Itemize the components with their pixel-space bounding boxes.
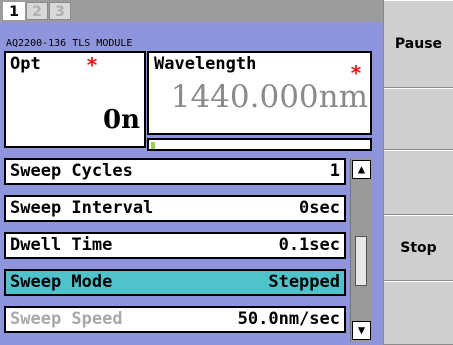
tab-bar: 1 2 3 [0, 0, 383, 22]
list-item-label: Sweep Interval [10, 198, 154, 218]
list-scrollbar[interactable]: ▲ ▼ [350, 158, 372, 342]
list-item-value: 1 [329, 161, 340, 181]
module-title: AQ2200-136 TLS MODULE [6, 38, 133, 49]
softkey-2[interactable] [384, 88, 453, 150]
stop-softkey[interactable]: Stop [384, 215, 453, 281]
pause-softkey[interactable]: Pause [384, 0, 453, 88]
list-item-dwell-time[interactable]: Dwell Time 0.1sec [4, 232, 346, 259]
scrollbar-thumb[interactable] [355, 236, 367, 286]
list-item-label: Sweep Cycles [10, 161, 133, 181]
list-item-sweep-mode[interactable]: Sweep Mode Stepped [4, 269, 346, 296]
wavelength-status-strip [147, 138, 372, 151]
list-item-sweep-speed[interactable]: Sweep Speed 50.0nm/sec [4, 306, 346, 333]
wavelength-label: Wavelength [154, 54, 257, 74]
list-item-value: Stepped [268, 272, 340, 292]
list-item-sweep-interval[interactable]: Sweep Interval 0sec [4, 195, 346, 222]
list-item-label: Sweep Mode [10, 272, 113, 292]
list-item-label: Dwell Time [10, 235, 113, 255]
list-item-label: Sweep Speed [10, 309, 123, 329]
list-item-value: 0sec [299, 198, 340, 218]
main-panel: 1 2 3 AQ2200-136 TLS MODULE Opt * 0n Wav… [0, 0, 383, 345]
tab-2[interactable]: 2 [26, 2, 48, 20]
list-item-value: 50.0nm/sec [237, 309, 340, 329]
softkey-3[interactable] [384, 150, 453, 215]
wavelength-display[interactable]: Wavelength * 1440.000nm [147, 51, 372, 135]
status-indicator [151, 142, 155, 149]
list-item-sweep-cycles[interactable]: Sweep Cycles 1 [4, 158, 346, 185]
softkey-5[interactable] [384, 281, 453, 345]
wavelength-value: 1440.000nm [170, 79, 368, 115]
triangle-down-icon[interactable]: ▼ [352, 321, 371, 340]
softkey-panel: Pause Stop [383, 0, 453, 345]
triangle-up-icon[interactable]: ▲ [352, 160, 371, 179]
tab-1[interactable]: 1 [3, 2, 25, 20]
tls-module-screen: 1 2 3 AQ2200-136 TLS MODULE Opt * 0n Wav… [0, 0, 453, 345]
opt-value: 0n [103, 105, 140, 135]
tab-3[interactable]: 3 [49, 2, 71, 20]
opt-display[interactable]: Opt * 0n [4, 51, 146, 148]
list-item-value: 0.1sec [278, 235, 340, 255]
opt-label: Opt [10, 54, 41, 74]
opt-required-star: * [86, 53, 99, 77]
